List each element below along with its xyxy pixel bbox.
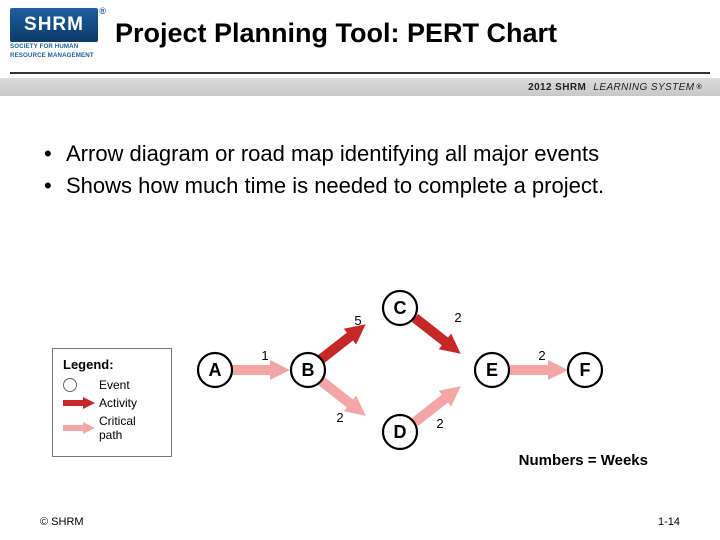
- legend-row-activity: Activity: [63, 396, 161, 410]
- footer: © SHRM 1-14: [40, 516, 680, 528]
- node-f: F: [568, 353, 602, 387]
- subband-tail: LEARNING SYSTEM: [593, 82, 694, 93]
- pert-diagram: Legend: Event Activity Critical path: [0, 280, 720, 480]
- edge-weight: 2: [436, 416, 443, 431]
- edge-a-b: [232, 360, 290, 380]
- legend-label: Critical path: [99, 414, 161, 442]
- node-c: C: [383, 291, 417, 325]
- bullet-item: Shows how much time is needed to complet…: [40, 172, 690, 200]
- divider: [10, 72, 710, 74]
- edge-weight: 2: [336, 410, 343, 425]
- legend-row-critical: Critical path: [63, 414, 161, 442]
- subband-brand: SHRM: [555, 82, 586, 93]
- logo-text: SHRM: [24, 14, 84, 36]
- logo-mark: SHRM ®: [10, 8, 98, 42]
- subband-year: 2012: [528, 82, 552, 93]
- arrow-pink-icon: [63, 422, 99, 434]
- arrow-red-icon: [63, 397, 99, 409]
- svg-text:B: B: [302, 360, 315, 380]
- shrm-logo: SHRM ® SOCIETY FOR HUMAN RESOURCE MANAGE…: [10, 8, 100, 60]
- logo-subtitle-2: RESOURCE MANAGEMENT: [10, 53, 100, 60]
- node-e: E: [475, 353, 509, 387]
- edge-weight: 5: [354, 313, 361, 328]
- legend-box: Legend: Event Activity Critical path: [52, 348, 172, 457]
- edge-weight: 1: [261, 348, 268, 363]
- bullet-list: Arrow diagram or road map identifying al…: [40, 140, 690, 203]
- header: SHRM ® SOCIETY FOR HUMAN RESOURCE MANAGE…: [0, 0, 720, 78]
- svg-text:F: F: [580, 360, 591, 380]
- node-a: A: [198, 353, 232, 387]
- svg-text:A: A: [209, 360, 222, 380]
- legend-label: Activity: [99, 396, 161, 410]
- edge-weight: 2: [538, 348, 545, 363]
- page-title: Project Planning Tool: PERT Chart: [115, 18, 710, 49]
- subband-reg-icon: ®: [696, 84, 702, 91]
- legend-row-event: Event: [63, 378, 161, 392]
- numbers-equals-weeks: Numbers = Weeks: [519, 452, 648, 469]
- node-d: D: [383, 415, 417, 449]
- page-number: 1-14: [658, 516, 680, 528]
- bullet-item: Arrow diagram or road map identifying al…: [40, 140, 690, 168]
- pert-svg: 1 5 2 2 2 2 A B C D E F: [190, 260, 660, 470]
- svg-text:E: E: [486, 360, 498, 380]
- edge-e-f: [510, 360, 568, 380]
- circle-icon: [63, 378, 77, 392]
- slide: SHRM ® SOCIETY FOR HUMAN RESOURCE MANAGE…: [0, 0, 720, 540]
- node-b: B: [291, 353, 325, 387]
- subheader-band: 2012 SHRM LEARNING SYSTEM ®: [0, 78, 720, 96]
- registered-icon: ®: [99, 6, 107, 16]
- legend-title: Legend:: [63, 357, 161, 372]
- edge-weight: 2: [454, 310, 461, 325]
- legend-label: Event: [99, 378, 161, 392]
- copyright: © SHRM: [40, 516, 84, 528]
- logo-subtitle-1: SOCIETY FOR HUMAN: [10, 44, 100, 51]
- svg-text:C: C: [394, 298, 407, 318]
- svg-text:D: D: [394, 422, 407, 442]
